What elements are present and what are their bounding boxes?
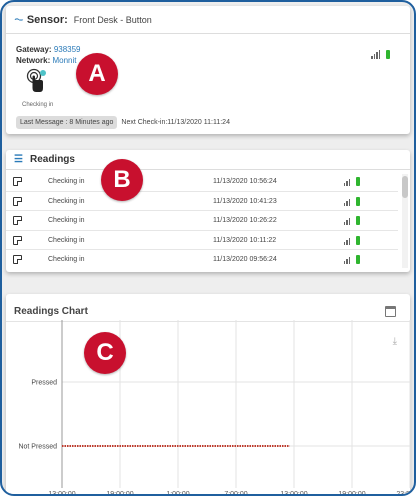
battery-icon [356,216,360,225]
badge-b: B [101,159,143,201]
note-icon[interactable] [13,255,22,264]
last-message-pill: Last Message : 8 Minutes ago [16,116,118,129]
signal-battery-indicator [371,46,390,64]
sensor-card: ⏦ Sensor: Front Desk - Button Gateway: 9… [6,6,410,134]
y-tick-label: Pressed [31,380,57,387]
x-tick-label: 19:00:00 [338,491,365,496]
readings-title: Readings [29,154,75,165]
sensor-status: Checking in [22,102,54,108]
signal-icon [343,215,360,225]
signal-icon [343,235,360,245]
readings-header: ☰ Readings [6,150,410,170]
reading-status: Checking in [48,197,85,205]
battery-icon [386,50,390,59]
chart-card: Readings Chart ⤓ 13:00:0011/1219:00:0011… [6,294,414,494]
reading-status: Checking in [48,256,85,263]
readings-list[interactable]: Checking in 11/13/2020 10:56:24 Checking… [6,172,398,268]
sensor-info: Gateway: 938359 Network: Monnit [16,44,81,66]
battery-icon [356,235,360,245]
sensor-header: ⏦ Sensor: Front Desk - Button [6,6,410,34]
reading-status: Checking in [48,236,85,244]
readings-scrollbar[interactable] [402,174,408,268]
badge-a: A [76,53,118,95]
note-icon[interactable] [13,216,22,225]
reading-row[interactable]: Checking in 11/13/2020 10:26:22 [6,211,398,231]
reading-row[interactable]: Checking in 11/13/2020 09:56:24 [6,250,398,268]
reading-status: Checking in [48,217,85,224]
scrollbar-thumb[interactable] [402,176,408,198]
reading-date: 11/13/2020 09:56:24 [213,256,277,263]
reading-date: 11/13/2020 10:26:22 [213,217,277,224]
reading-row[interactable]: Checking in 11/13/2020 10:56:24 [6,172,398,192]
x-tick-label: 13:00:00 [48,491,75,496]
badge-c: C [84,332,126,374]
button-sensor-icon [26,68,46,92]
gateway-label: Gateway: [16,45,52,54]
readings-chart: 13:00:0011/1219:00:0011/121:00:0011/137:… [18,320,414,496]
x-tick-label: 1:00:00 [166,491,189,496]
battery-icon [356,255,360,264]
y-tick-label: Not Pressed [18,444,57,451]
x-tick-label: 7:00:00 [224,491,247,496]
battery-icon [356,177,360,186]
signal-icon [343,176,360,186]
reading-row[interactable]: Checking in 11/13/2020 10:11:22 [6,231,398,250]
signal-icon [343,254,360,264]
next-checkin: Next Check-in:11/13/2020 11:11:24 [121,119,230,126]
reading-date: 11/13/2020 10:11:22 [213,236,277,244]
list-icon: ☰ [14,154,23,165]
note-icon[interactable] [13,235,22,245]
signal-icon [343,196,360,206]
pulse-icon: ⏦ [14,12,24,26]
note-icon[interactable] [13,196,22,206]
x-tick-label: 13:00:00 [280,491,307,496]
reading-date: 11/13/2020 10:56:24 [213,178,277,185]
x-tick-label: 23:59:59 [396,491,414,496]
network-label: Network: [16,56,51,65]
message-row: Last Message : 8 Minutes ago Next Check-… [16,116,230,129]
signal-icon [371,49,390,59]
app-frame: ⏦ Sensor: Front Desk - Button Gateway: 9… [0,0,416,496]
network-link[interactable]: Monnit [52,56,76,65]
reading-row[interactable]: Checking in 11/13/2020 10:41:23 [6,192,398,211]
note-icon[interactable] [13,177,22,186]
gateway-link[interactable]: 938359 [54,45,81,54]
battery-icon [356,196,360,206]
sensor-label: Sensor: [26,13,68,26]
readings-card: ☰ Readings Checking in 11/13/2020 10:56:… [6,150,410,272]
sensor-name: Front Desk - Button [73,14,152,25]
reading-date: 11/13/2020 10:41:23 [213,197,277,205]
reading-status: Checking in [48,178,85,185]
x-tick-label: 19:00:00 [106,491,133,496]
